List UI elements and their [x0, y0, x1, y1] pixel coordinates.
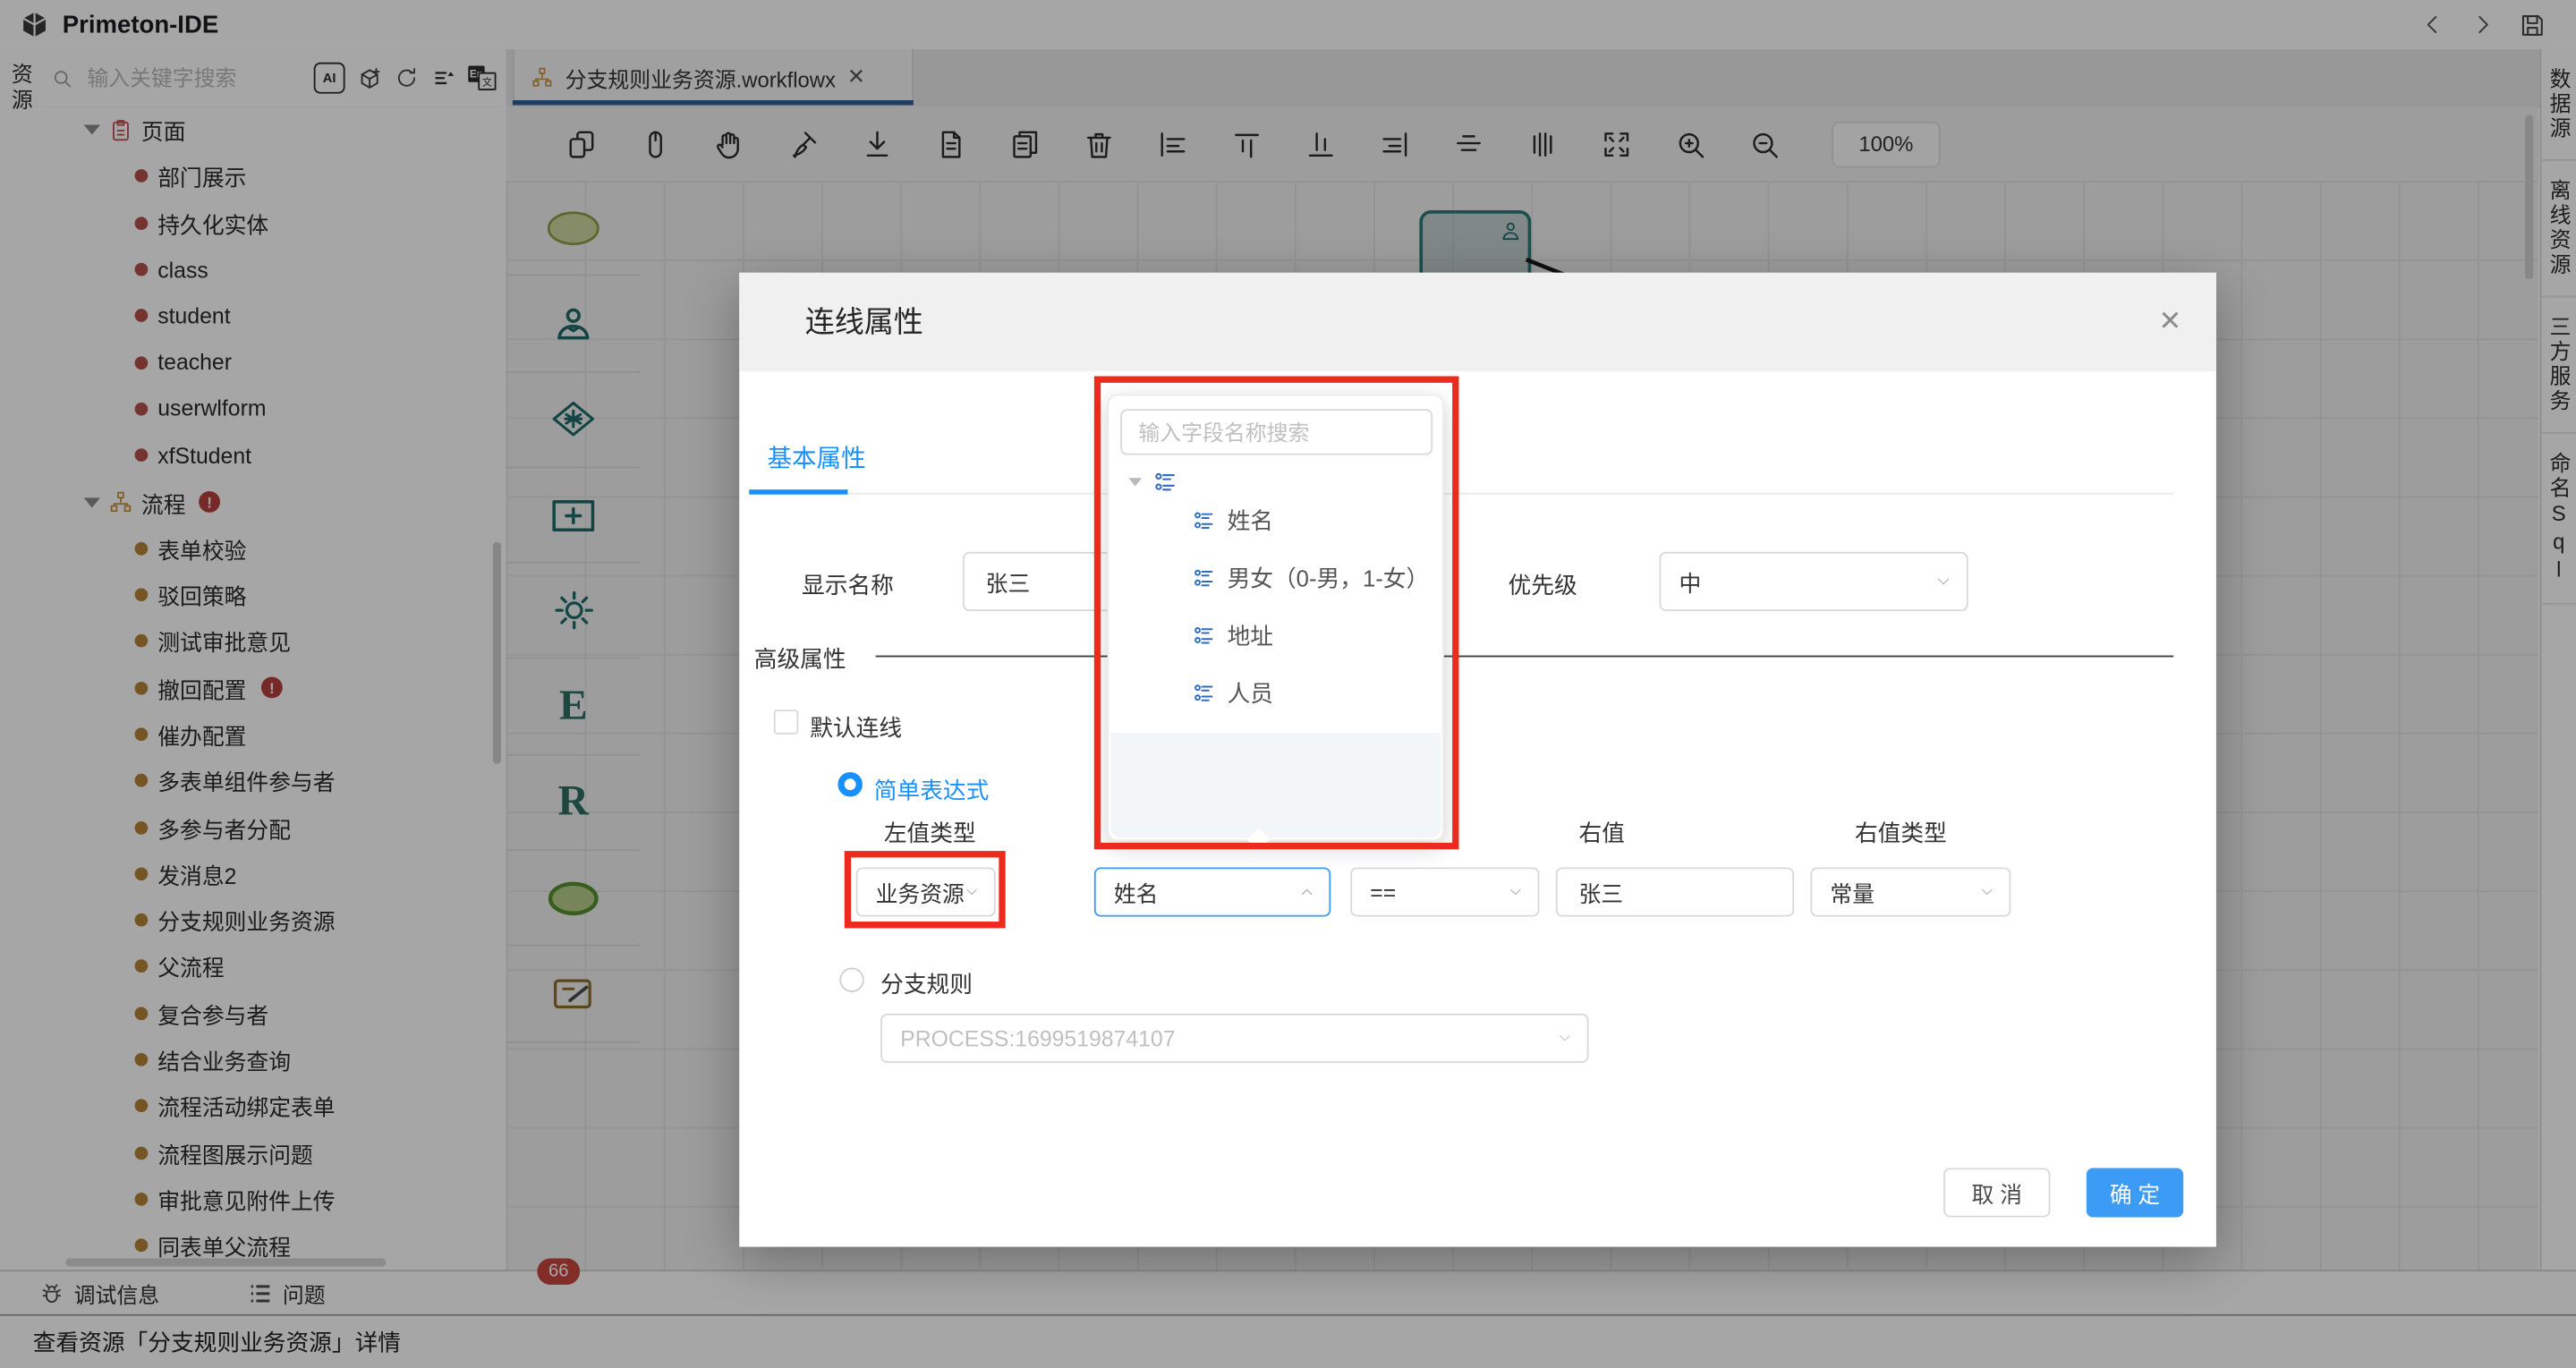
tab-basic-properties[interactable]: 基本属性 — [767, 440, 865, 475]
display-name-label: 显示名称 — [802, 568, 894, 601]
cancel-button[interactable]: 取 消 — [1943, 1168, 2050, 1217]
active-tab-underline — [749, 489, 847, 495]
tab-divider — [749, 493, 2173, 495]
ok-button[interactable]: 确 定 — [2087, 1168, 2183, 1217]
modal-header: 连线属性 ✕ — [739, 273, 2216, 371]
simple-expression-label[interactable]: 简单表达式 — [874, 774, 990, 807]
left-value-select[interactable]: 姓名 — [1094, 867, 1331, 916]
chevron-down-icon — [1507, 883, 1525, 901]
right-value-label: 右值 — [1578, 817, 1624, 850]
chevron-up-icon — [1298, 883, 1316, 901]
annotation-rect-popup — [1094, 376, 1459, 849]
chevron-down-icon — [1934, 572, 1953, 591]
modal-title: 连线属性 — [805, 273, 923, 371]
operator-select[interactable]: == — [1350, 867, 1539, 916]
chevron-down-icon — [1556, 1029, 1574, 1047]
default-line-label: 默认连线 — [810, 711, 902, 744]
right-value-field[interactable] — [1556, 867, 1794, 916]
line-properties-modal: 连线属性 ✕ 基本属性 显示名称 优先级 中 高级属性 默认连线 简单表达式 左… — [739, 273, 2216, 1247]
priority-label: 优先级 — [1509, 568, 1577, 601]
default-line-checkbox[interactable] — [774, 709, 799, 735]
left-type-label: 左值类型 — [884, 817, 976, 850]
chevron-down-icon — [1978, 883, 1996, 901]
advanced-section-divider — [876, 656, 2174, 658]
advanced-section-label: 高级属性 — [754, 642, 846, 676]
branch-rule-select[interactable]: PROCESS:1699519874107 — [880, 1014, 1588, 1063]
app-screen: Primeton-IDE 资源 AI En 文 页面 — [0, 0, 2576, 1368]
right-type-select[interactable]: 常量 — [1810, 867, 2011, 916]
close-icon[interactable]: ✕ — [2154, 306, 2187, 339]
branch-rule-label: 分支规则 — [880, 967, 973, 1000]
branch-rule-radio[interactable] — [839, 967, 864, 992]
simple-expression-radio[interactable] — [837, 772, 863, 797]
annotation-rect-left-type — [845, 851, 1006, 928]
right-value-input[interactable] — [1576, 878, 1770, 905]
right-type-label: 右值类型 — [1855, 817, 1947, 850]
priority-select[interactable]: 中 — [1659, 552, 1968, 611]
